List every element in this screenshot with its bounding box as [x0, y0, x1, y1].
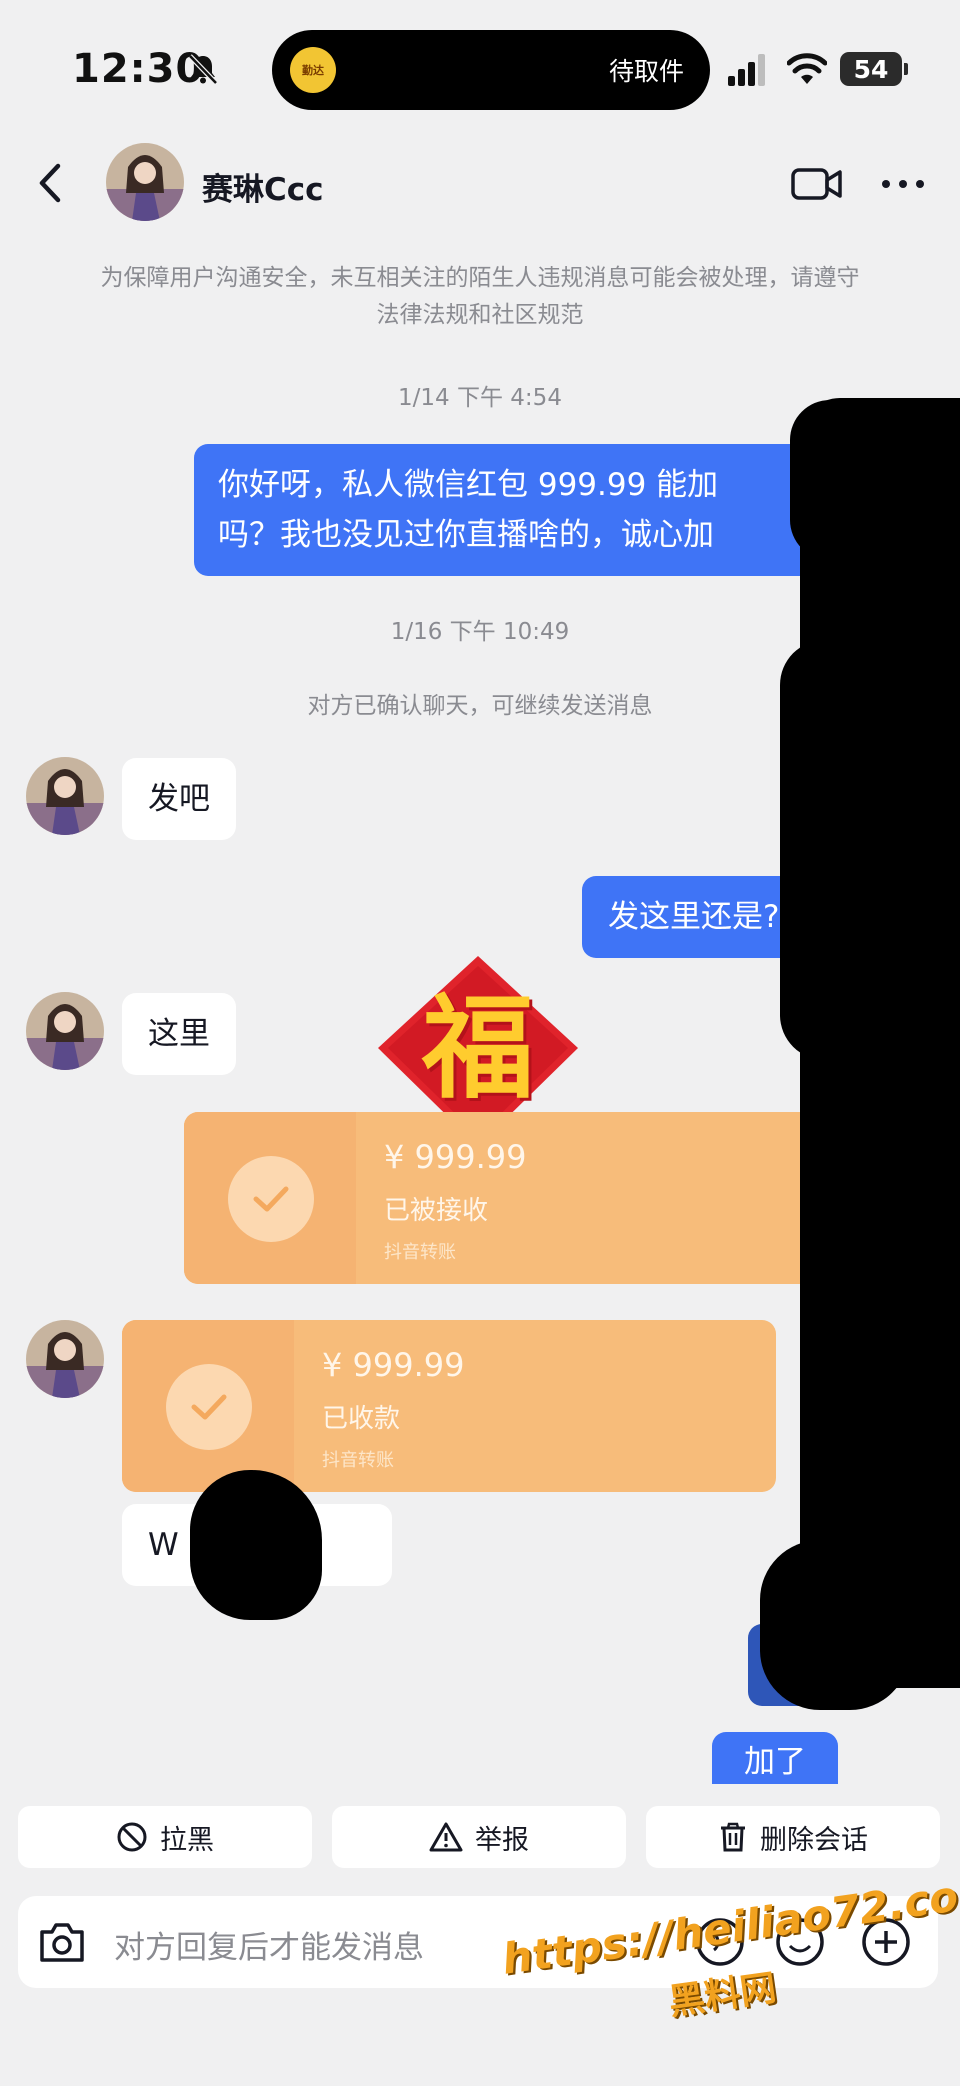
redaction-overlay	[760, 1540, 910, 1710]
camera-icon[interactable]	[38, 1920, 86, 1964]
contact-avatar[interactable]	[26, 757, 104, 835]
island-status-text: 待取件	[608, 57, 684, 86]
wifi-icon	[787, 53, 827, 84]
sent-message[interactable]: 加了	[712, 1732, 838, 1784]
transfer-amount: ¥ 999.99	[384, 1138, 527, 1176]
status-time: 12:30	[72, 46, 205, 92]
battery-indicator: 54	[840, 52, 902, 86]
more-icon[interactable]	[878, 172, 928, 196]
redaction-overlay	[780, 640, 870, 1060]
battery-tip	[904, 63, 908, 75]
contact-name[interactable]: 赛琳Ccc	[202, 164, 324, 209]
dynamic-island[interactable]: 勤达 待取件	[272, 30, 710, 110]
sent-message[interactable]: 你好呀，私人微信红包 999.99 能加 吗？我也没见过你直播啥的，诚心加	[194, 444, 836, 576]
trash-icon	[721, 1822, 745, 1852]
delivery-app-icon: 勤达	[290, 47, 336, 93]
delete-conversation-button[interactable]: 删除会话	[646, 1806, 940, 1868]
transfer-label: 抖音转账	[384, 1242, 456, 1263]
message-line: 吗？我也没见过你直播啥的，诚心加	[218, 517, 714, 553]
transfer-card-received[interactable]: ¥ 999.99 已收款 抖音转账	[122, 1320, 776, 1492]
redaction-overlay	[190, 1470, 322, 1620]
transfer-status: 已收款	[322, 1404, 401, 1434]
transfer-card-sent[interactable]: ¥ 999.99 已被接收 抖音转账	[184, 1112, 838, 1284]
safety-notice: 为保障用户沟通安全，未互相关注的陌生人违规消息可能会被处理，请遵守法律法规和社区…	[100, 265, 860, 328]
contact-avatar[interactable]	[26, 1320, 104, 1398]
message-line: 你好呀，私人微信红包 999.99 能加	[218, 467, 719, 503]
report-label: 举报	[475, 1824, 529, 1856]
message-input[interactable]: 对方回复后才能发消息	[114, 1922, 424, 1967]
report-button[interactable]: 举报	[332, 1806, 626, 1868]
block-icon	[117, 1822, 147, 1852]
received-message[interactable]: 这里	[122, 993, 236, 1075]
block-button[interactable]: 拉黑	[18, 1806, 312, 1868]
block-label: 拉黑	[160, 1824, 214, 1856]
message-text-start: W	[148, 1527, 179, 1563]
transfer-amount: ¥ 999.99	[322, 1346, 465, 1384]
back-arrow-icon[interactable]	[28, 158, 76, 208]
redaction-overlay	[790, 400, 870, 560]
sent-message[interactable]: 发这里还是?	[582, 876, 806, 958]
signal-icon	[728, 54, 765, 86]
transfer-status: 已被接收	[384, 1196, 489, 1226]
contact-avatar[interactable]	[106, 143, 184, 221]
warning-icon	[429, 1822, 463, 1852]
bell-muted-icon	[188, 54, 218, 85]
transfer-label: 抖音转账	[322, 1450, 394, 1471]
contact-avatar[interactable]	[26, 992, 104, 1070]
check-icon	[166, 1364, 252, 1450]
video-call-icon[interactable]	[790, 164, 844, 204]
delete-conversation-label: 删除会话	[760, 1824, 868, 1856]
received-message[interactable]: 发吧	[122, 758, 236, 840]
fu-character: 福	[422, 984, 534, 1114]
check-icon	[228, 1156, 314, 1242]
